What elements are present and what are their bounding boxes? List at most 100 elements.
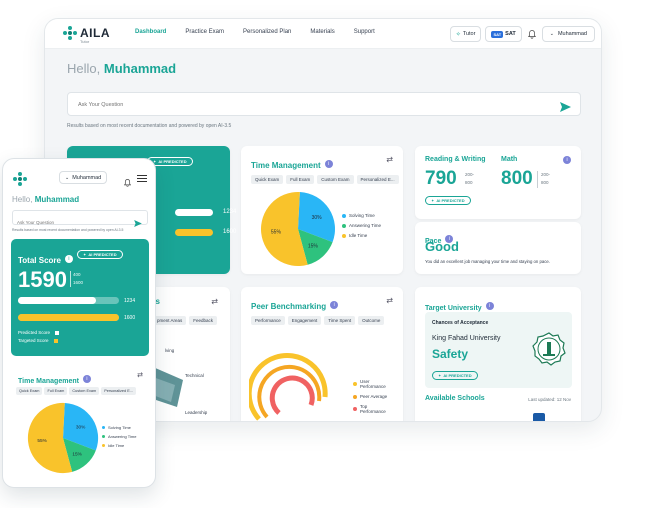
mobile-time-management-title: Time Management [18,378,79,385]
info-icon[interactable]: i [64,254,73,263]
ai-sparkle-icon: ✦ [438,373,442,378]
chip-performance[interactable]: Performance [251,316,285,325]
sat-badge: SAT [491,30,504,38]
chip-personalized-exam[interactable]: Personalized E... [101,387,136,395]
send-icon[interactable] [560,99,571,117]
legend-solving-label: Solving Time [349,213,375,218]
legend-answering-label: Answering Time [108,434,137,439]
legend-predicted-score: Predicted Score [18,330,60,335]
mobile-bell-icon[interactable] [123,174,132,192]
greeting-name: Muhammad [103,61,177,76]
legend-solving-time: Solving Time [342,213,381,218]
legend-dot-answering [102,435,105,438]
chip-quick-exam[interactable]: Quick Exam [251,175,284,184]
mobile-time-legend: Solving Time Answering Time Idle Time [102,425,136,453]
mobile-logo-icon[interactable] [13,172,27,186]
main-nav: Dashboard Practice Exam Personalized Pla… [135,29,394,35]
available-schools-title: Available Schools [425,395,485,402]
info-icon[interactable]: i [330,300,339,309]
time-management-title: Time Management [251,161,321,170]
total-score-range-high: 1600 [73,280,84,285]
info-icon[interactable]: i [324,159,333,168]
predicted-score-bar [175,209,213,216]
info-icon[interactable]: i [563,156,571,164]
chip-personalized-exam[interactable]: Personalized E... [356,175,399,184]
total-score-value: 1590 [18,267,67,292]
acceptance-panel: Chances of Acceptance King Fahad Univers… [425,312,572,388]
refresh-icon[interactable]: ⇄ [386,155,393,164]
math-title: Math [501,156,518,163]
mobile-send-icon[interactable] [134,214,142,232]
total-score-range-low: 400 [73,272,81,277]
ai-predicted-badge-rw: ✦ AI PREDICTED [425,196,471,205]
chip-custom-exam[interactable]: Custom Exam [317,175,354,184]
mobile-greeting-name: Muhammad [34,195,80,204]
legend-answering-label: Answering Time [349,223,382,228]
chip-engagement[interactable]: Engagement [287,316,322,325]
peer-benchmarking-header: Peer Benchmarking i [251,296,339,314]
mobile-time-pie-chart: 30% 15% 55% [27,402,99,474]
target-university-title: Target University [425,305,482,312]
logo[interactable]: AILA [63,26,110,40]
legend-dot-idle [342,233,346,238]
mobile-greeting-hello: Hello, [12,195,33,204]
benchmark-radial-chart [249,353,328,421]
school-logo-icon [533,413,545,421]
legend-predicted-label: Predicted Score [18,330,51,335]
info-icon[interactable]: i [485,301,494,310]
refresh-icon[interactable]: ⇄ [137,371,143,379]
ai-predicted-badge-total: ✦ AI PREDICTED [77,250,123,259]
refresh-icon[interactable]: ⇄ [386,296,393,305]
chip-full-exam[interactable]: Full Exam [286,175,315,184]
university-seal-icon [532,332,566,366]
bell-icon[interactable] [526,26,538,42]
user-menu-button[interactable]: ⌄ Muhammad [541,26,595,42]
math-range-low: 200- [541,172,551,177]
chevron-down-icon: ⌄ [65,174,70,181]
mobile-user-menu-button[interactable]: ⌄ Muhammad [59,171,108,184]
nav-materials[interactable]: Materials [310,29,334,35]
info-icon[interactable]: i [82,374,91,383]
chip-full-exam[interactable]: Full Exam [44,387,68,395]
chip-development-areas[interactable]: pment Areas [153,316,187,325]
total-score-header: Total Score i [18,250,73,268]
ask-question-input[interactable] [68,94,538,116]
chip-feedback[interactable]: Feedback [189,316,218,325]
nav-practice-exam[interactable]: Practice Exam [185,29,224,35]
mobile-ask-box [12,210,148,229]
time-legend: Solving Time Answering Time Idle Time [342,213,381,243]
pie-label-answering-time: 15% [308,243,319,249]
legend-dot-top [353,407,357,411]
exam-switch-button[interactable]: SAT SAT [485,26,522,42]
peer-benchmarking-card: Peer Benchmarking i ⇄ Performance Engagem… [241,287,403,421]
math-score: 800 [501,168,533,189]
total-score-card: Total Score i ✦ AI PREDICTED 1590 400 1600… [11,239,149,356]
peer-benchmarking-title: Peer Benchmarking [251,302,327,311]
tutor-button[interactable]: ✧ Tutor [449,26,482,42]
refresh-icon[interactable]: ⇄ [211,297,218,306]
nav-personalized-plan[interactable]: Personalized Plan [243,29,291,35]
pie-label-solving-time: 30% [312,215,323,221]
targeted-score-bar [175,229,213,236]
nav-support[interactable]: Support [354,29,375,35]
reading-writing-range-high: 800 [465,180,473,185]
ai-predicted-label: AI PREDICTED [443,373,472,378]
chip-outcome[interactable]: Outcome [358,316,385,325]
mobile-greeting: Hello, Muhammad [12,195,79,204]
legend-swatch-predicted [55,330,60,335]
chip-quick-exam[interactable]: Quick Exam [16,387,43,395]
mobile-time-management-header: Time Management i [18,370,91,388]
chances-label: Chances of Acceptance [432,320,489,326]
benchmark-chips: Performance Engagement Time Spent Outcom… [251,316,387,325]
legend-answering-time: Answering Time [342,223,381,228]
nav-dashboard[interactable]: Dashboard [135,29,166,35]
university-name: King Fahad University [432,335,501,342]
legend-dot-solving [342,213,346,218]
chip-time-spent[interactable]: Time Spent [324,316,356,325]
legend-dot-peer [353,394,357,399]
mobile-exam-type-chips: Quick Exam Full Exam Custom Exam Persona… [16,387,136,395]
chip-custom-exam[interactable]: Custom Exam [69,387,100,395]
targeted-bar-track [18,314,119,321]
legend-solving-time: Solving Time [102,425,136,430]
hamburger-menu-icon[interactable] [137,175,147,182]
